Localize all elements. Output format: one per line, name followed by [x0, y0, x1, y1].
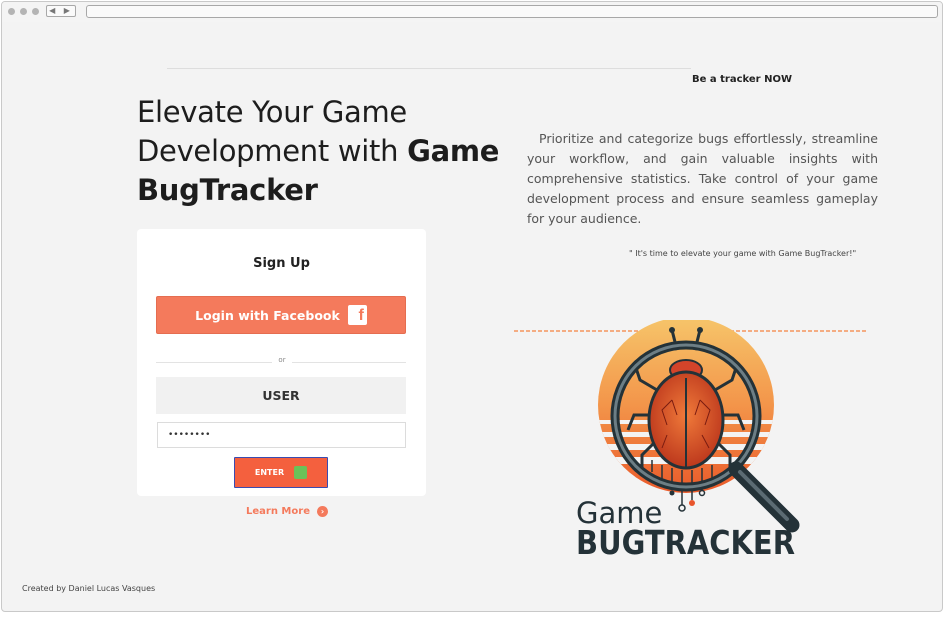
window-close-dot[interactable] [8, 8, 15, 15]
header-divider [167, 68, 691, 69]
game-bugtracker-logo: Game BUGTRACKER [514, 320, 866, 562]
enter-label: ENTER [254, 468, 285, 477]
window-maximize-dot[interactable] [32, 8, 39, 15]
enter-button[interactable]: ENTER [234, 457, 328, 488]
back-forward-arrows-icon[interactable]: ◀ ▶ [46, 5, 76, 17]
facebook-icon: f [347, 305, 367, 325]
page-headline: Elevate Your Game Development with Game … [137, 93, 507, 210]
facebook-login-button[interactable]: Login with Facebook f [156, 296, 406, 334]
signup-title: Sign Up [253, 256, 310, 271]
window-minimize-dot[interactable] [20, 8, 27, 15]
browser-window: ◀ ▶ Be a tracker NOW Elevate Your Game D… [1, 1, 943, 612]
chevron-right-icon: › [316, 506, 328, 517]
learn-more-label: Learn More [246, 506, 310, 517]
logo-line2: BUGTRACKER [576, 523, 795, 562]
password-field[interactable]: •••••••• [157, 422, 406, 448]
headline-text: Elevate Your Game Development with [137, 95, 408, 168]
learn-more-link[interactable]: Learn More › [246, 506, 328, 517]
browser-toolbar: ◀ ▶ [2, 2, 942, 22]
enter-status-indicator [294, 466, 308, 479]
hero-description: Prioritize and categorize bugs effortles… [527, 131, 878, 226]
user-field[interactable]: USER [156, 377, 406, 414]
facebook-login-label: Login with Facebook [195, 307, 340, 323]
signup-card: Sign Up Login with Facebook f or USER ••… [137, 229, 426, 496]
address-bar[interactable] [86, 5, 938, 18]
hero-quote: " It's time to elevate your game with Ga… [629, 249, 857, 258]
footer-credit: Created by Daniel Lucas Vasques [22, 584, 156, 593]
or-label: or [272, 356, 292, 364]
cta-link[interactable]: Be a tracker NOW [692, 74, 792, 85]
